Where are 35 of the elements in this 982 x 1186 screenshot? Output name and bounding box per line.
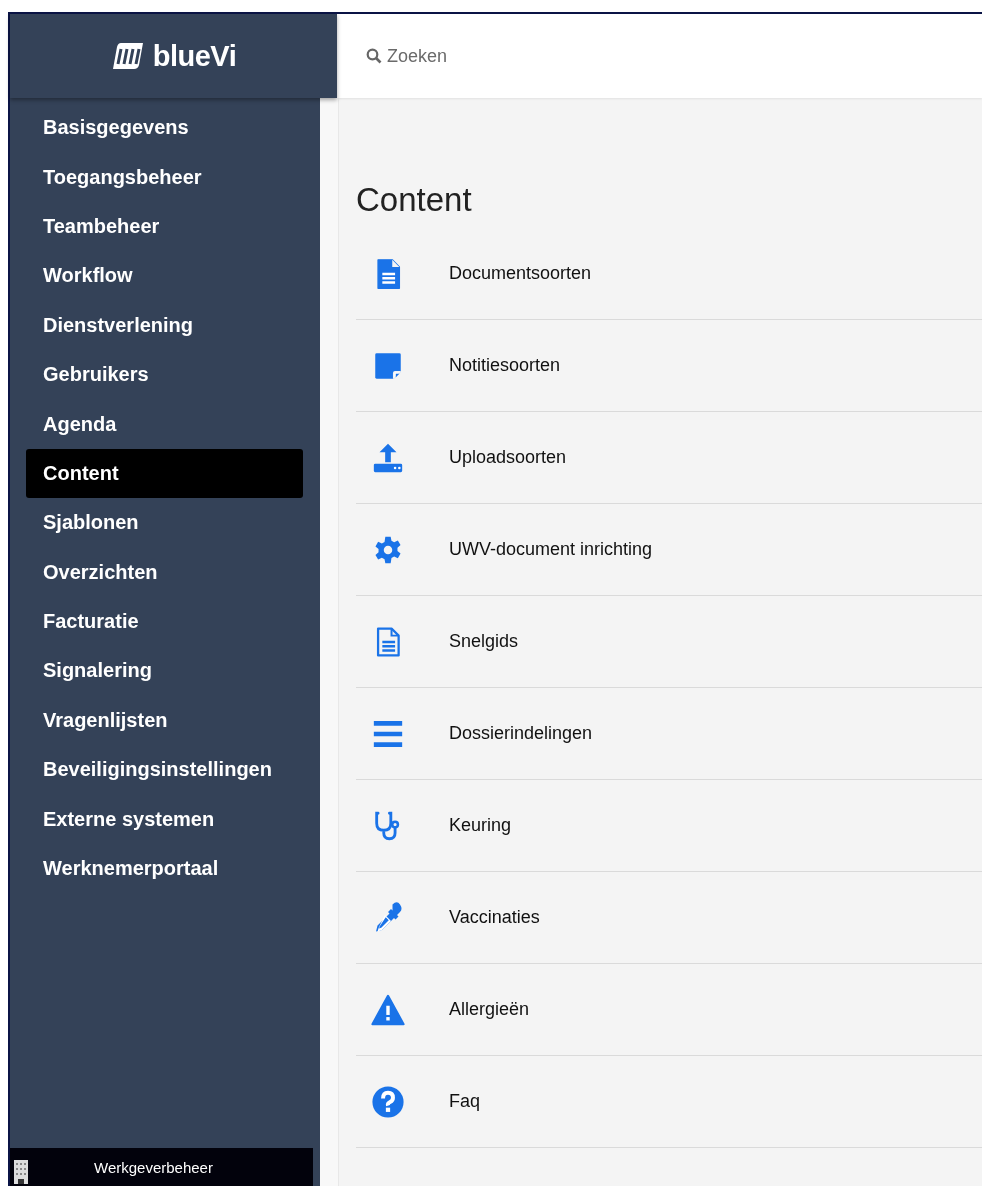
warning-icon (369, 992, 407, 1027)
nav-item[interactable]: Teambeheer (26, 201, 303, 252)
content-list-item[interactable]: Dossierindelingen (356, 688, 982, 780)
nav-item[interactable]: Dienstverlening (26, 300, 303, 350)
building-icon (14, 1160, 28, 1184)
content-list-item[interactable]: Documentsoorten (356, 228, 982, 320)
search-field[interactable]: Zoeken (360, 44, 454, 68)
page-title: Content (356, 180, 472, 220)
content-list-item[interactable]: Vaccinaties (356, 872, 982, 964)
content-list-item[interactable]: Snelgids (356, 596, 982, 688)
nav-item[interactable]: Facturatie (26, 596, 303, 647)
content-list-item[interactable]: Keuring (356, 780, 982, 872)
brand-name: blueVi (152, 39, 237, 73)
search-icon (366, 48, 382, 64)
nav-item[interactable]: Workflow (26, 251, 303, 301)
nav-item[interactable]: Vragenlijsten (26, 695, 303, 746)
content-list-item[interactable]: Uploadsoorten (356, 412, 982, 504)
nav-item[interactable]: Agenda (26, 399, 303, 449)
logo-icon (110, 41, 145, 71)
nav-item[interactable]: Content (26, 448, 303, 499)
content-list-item[interactable]: Notitiesoorten (356, 320, 982, 412)
help-icon (371, 1084, 405, 1119)
footer-bar[interactable]: Werkgeverbeheer (10, 1148, 313, 1186)
nav-item[interactable]: Signalering (26, 646, 303, 696)
nav-item[interactable]: Gebruikers (26, 349, 303, 400)
nav-item[interactable]: Werknemerportaal (26, 843, 303, 894)
content-list-item[interactable]: Allergieën (356, 964, 982, 1056)
nav-item[interactable]: Beveiligingsinstellingen (26, 745, 303, 795)
nav-item[interactable]: Overzichten (26, 547, 303, 597)
nav-item[interactable]: Basisgegevens (26, 103, 303, 153)
content-list-item[interactable]: UWV-document inrichting (356, 504, 982, 596)
nav-item[interactable]: Externe systemen (26, 794, 303, 844)
nav-item[interactable]: Sjablonen (26, 498, 303, 548)
nav-item[interactable]: Toegangsbeheer (26, 152, 303, 202)
content-list-item[interactable]: Faq (356, 1056, 982, 1148)
